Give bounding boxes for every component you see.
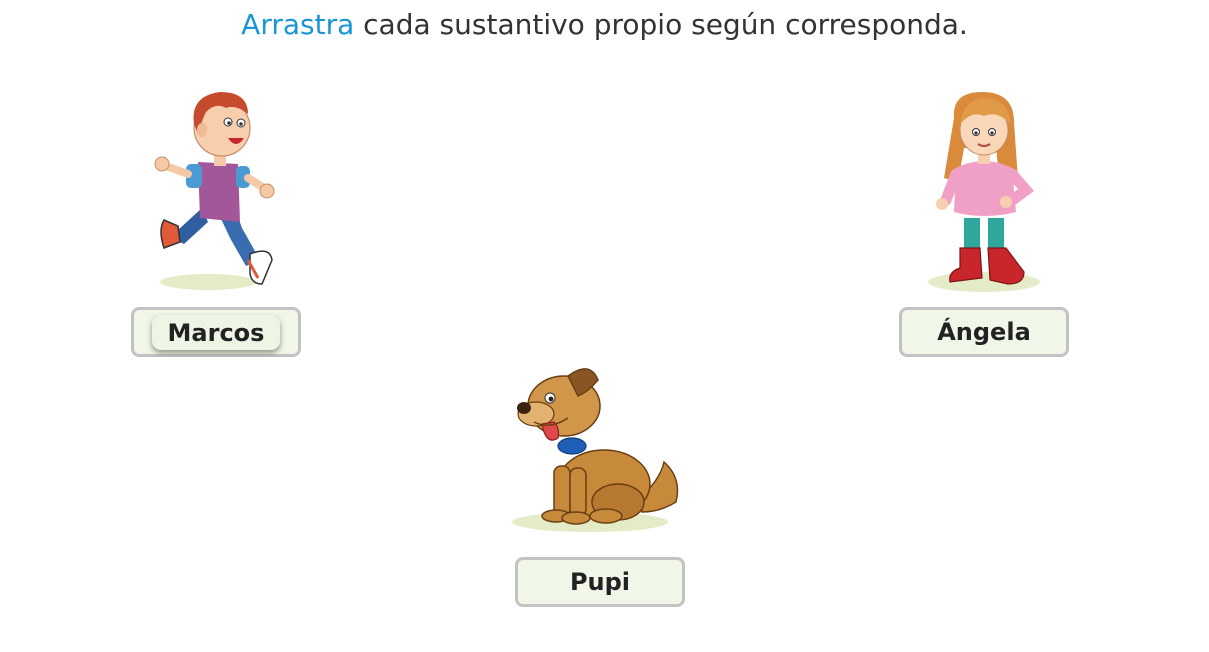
instruction-verb: Arrastra: [241, 8, 355, 41]
instruction-rest: cada sustantivo propio según corresponda…: [354, 8, 968, 41]
running-boy-illustration: [154, 92, 275, 290]
dropzone-boy[interactable]: Marcos: [131, 307, 301, 357]
dropzone-dog-label: Pupi: [569, 568, 631, 596]
sitting-dog-illustration: [512, 368, 679, 532]
dropzone-dog[interactable]: Pupi: [515, 557, 685, 607]
standing-girl-illustration: [928, 92, 1040, 292]
dropzone-girl[interactable]: Ángela: [899, 307, 1069, 357]
instruction-text: Arrastra cada sustantivo propio según co…: [0, 8, 1209, 41]
name-chip-marcos[interactable]: Marcos: [151, 314, 281, 350]
dropzone-girl-label: Ángela: [937, 318, 1031, 346]
